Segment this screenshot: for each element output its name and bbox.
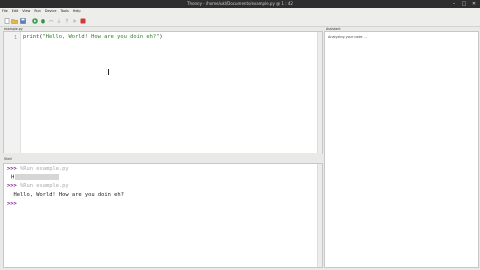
- shell-output: H: [11, 174, 60, 181]
- shell-panel-title: Shell: [4, 157, 12, 161]
- menu-device[interactable]: Device: [45, 8, 57, 15]
- redacted-output-block: [15, 174, 60, 180]
- step-over-button[interactable]: [47, 17, 54, 24]
- menu-help[interactable]: Help: [73, 8, 81, 15]
- menu-view[interactable]: View: [22, 8, 30, 15]
- assistant-panel: Analyzing your code ...: [324, 31, 479, 268]
- shell-prompt: >>>: [7, 183, 17, 189]
- code-function: print: [23, 34, 40, 40]
- debug-button[interactable]: [39, 17, 46, 24]
- run-button[interactable]: [31, 17, 38, 24]
- step-over-icon: [48, 19, 53, 22]
- shell-command: %Run example.py: [16, 166, 69, 172]
- shell-line: >>> %Run example.py: [7, 183, 69, 189]
- step-into-icon: [57, 18, 60, 23]
- assistant-message: Analyzing your code ...: [328, 35, 367, 39]
- menu-edit[interactable]: Edit: [12, 8, 19, 15]
- resume-icon: [73, 18, 76, 23]
- shell-panel[interactable]: >>> %Run example.py H >>> %Run example.p…: [3, 163, 323, 268]
- open-file-button[interactable]: [11, 17, 18, 24]
- mouse-cursor-icon: [108, 69, 109, 75]
- menu-run[interactable]: Run: [34, 8, 41, 15]
- play-icon: [31, 17, 38, 24]
- new-file-button[interactable]: [3, 17, 10, 24]
- code-string: "Hello, World! How are you doin eh?": [42, 34, 160, 40]
- code-line: print("Hello, World! How are you doin eh…: [23, 34, 163, 40]
- code-editor[interactable]: 1 print("Hello, World! How are you doin …: [3, 31, 323, 154]
- toolbar: [0, 15, 480, 27]
- shell-prompt: >>>: [7, 201, 17, 207]
- line-number: 1: [13, 35, 17, 41]
- menu-tools[interactable]: Tools: [60, 8, 68, 15]
- save-icon: [19, 17, 26, 24]
- line-gutter: 1: [4, 32, 21, 153]
- code-paren-close: ): [159, 34, 163, 40]
- step-out-button[interactable]: [63, 17, 70, 24]
- step-into-button[interactable]: [55, 17, 62, 24]
- menu-bar: File Edit View Run Device Tools Help: [0, 8, 480, 15]
- menu-file[interactable]: File: [2, 8, 8, 15]
- maximize-icon[interactable]: □: [461, 1, 467, 7]
- shell-output: Hello, World! How are you doin eh?: [7, 192, 124, 198]
- save-button[interactable]: [19, 17, 26, 24]
- close-icon[interactable]: ✕: [471, 1, 477, 7]
- shell-line: >>> %Run example.py: [7, 166, 69, 172]
- shell-output-prefix: H: [11, 174, 15, 181]
- shell-command: %Run example.py: [16, 183, 69, 189]
- window-title: Thonny - /home/ukl/Documents/example.py …: [187, 1, 293, 6]
- bug-icon: [40, 18, 45, 23]
- folder-icon: [11, 18, 18, 24]
- stop-button[interactable]: [79, 17, 86, 24]
- shell-line: >>>: [7, 201, 17, 207]
- step-out-icon: [65, 18, 68, 23]
- editor-scrollbar[interactable]: [317, 32, 322, 153]
- minimize-icon[interactable]: –: [451, 1, 457, 7]
- resume-button[interactable]: [71, 17, 78, 24]
- title-bar: Thonny - /home/ukl/Documents/example.py …: [0, 0, 480, 8]
- panel-splitter[interactable]: [0, 153, 322, 158]
- shell-prompt: >>>: [7, 166, 17, 172]
- new-file-icon: [4, 17, 9, 24]
- stop-icon: [80, 18, 85, 23]
- shell-scrollbar[interactable]: [317, 164, 322, 267]
